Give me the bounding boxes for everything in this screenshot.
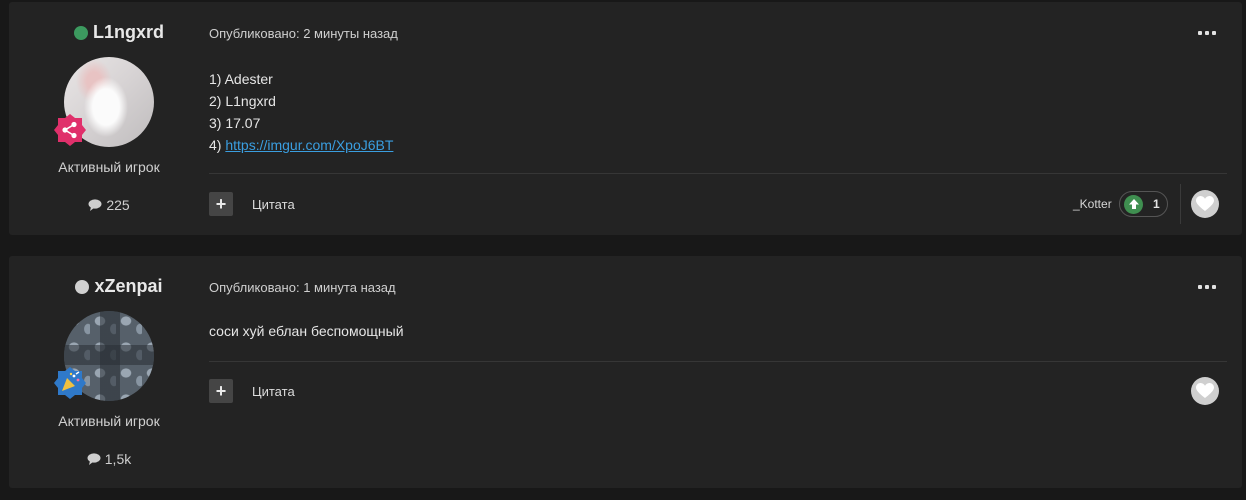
user-rank: Активный игрок (58, 413, 160, 429)
content-line: 1) Adester (209, 71, 273, 87)
content-line: 3) 17.07 (209, 115, 261, 131)
divider (209, 361, 1227, 362)
like-heart-icon[interactable] (1191, 377, 1219, 405)
post-menu-button[interactable] (1198, 28, 1216, 38)
author-username[interactable]: xZenpai (94, 276, 162, 297)
post-count-value: 1,5k (104, 451, 132, 467)
reaction-count: 1 (1153, 197, 1160, 211)
post-content: 1) Adester 2) L1ngxrd 3) 17.07 4) https:… (209, 68, 393, 156)
author-name[interactable]: L1ngxrd (65, 22, 173, 43)
author-name[interactable]: xZenpai (65, 276, 173, 297)
content-link[interactable]: https://imgur.com/XpoJ6BT (225, 137, 393, 153)
multiquote-add-button[interactable]: + (209, 192, 233, 216)
comment-icon (87, 453, 101, 465)
upvote-icon (1124, 194, 1143, 214)
offline-status-icon (75, 279, 90, 294)
quote-button[interactable]: Цитата (252, 384, 295, 399)
forum-post: xZenpai Активный игрок 1,5k Опубликовано… (9, 256, 1242, 488)
post-count-value: 225 (106, 197, 130, 213)
reaction-summary[interactable]: 1 (1119, 191, 1168, 217)
reaction-user[interactable]: _Kotter (1073, 197, 1112, 211)
post-date[interactable]: Опубликовано: 2 минуты назад (209, 26, 398, 41)
content-line: 2) L1ngxrd (209, 93, 276, 109)
like-heart-icon[interactable] (1191, 190, 1219, 218)
author-username[interactable]: L1ngxrd (93, 22, 164, 43)
forum-post: L1ngxrd Активный игрок 225 Опубликовано:… (9, 2, 1242, 235)
multiquote-add-button[interactable]: + (209, 379, 233, 403)
post-count: 225 (9, 197, 209, 213)
separator (1180, 184, 1181, 224)
comment-icon (88, 199, 102, 211)
post-menu-button[interactable] (1198, 282, 1216, 292)
user-rank: Активный игрок (58, 159, 160, 175)
divider (209, 173, 1227, 174)
share-icon (53, 113, 87, 147)
quote-button[interactable]: Цитата (252, 197, 295, 212)
content-line: 4) https://imgur.com/XpoJ6BT (209, 137, 394, 153)
post-count: 1,5k (9, 451, 209, 467)
online-status-icon (73, 25, 88, 40)
post-content: соси хуй еблан беспомощный (209, 323, 404, 339)
post-date[interactable]: Опубликовано: 1 минута назад (209, 280, 396, 295)
party-popper-icon (53, 366, 87, 400)
